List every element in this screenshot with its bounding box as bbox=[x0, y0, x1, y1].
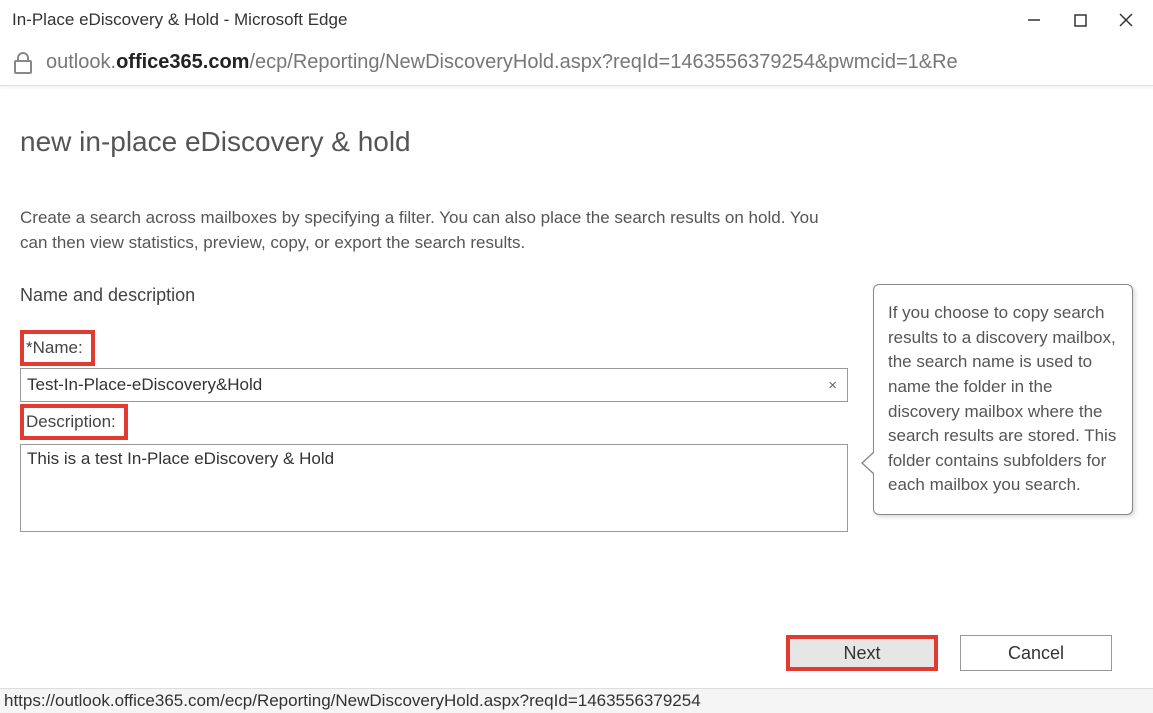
intro-text: Create a search across mailboxes by spec… bbox=[20, 206, 850, 255]
description-label: Description: bbox=[20, 404, 128, 440]
form-area: Create a search across mailboxes by spec… bbox=[20, 206, 850, 537]
address-domain: office365.com bbox=[116, 51, 249, 73]
lock-icon bbox=[10, 50, 36, 76]
address-subdomain: outlook. bbox=[46, 51, 116, 73]
callout-arrow-icon bbox=[861, 451, 874, 475]
minimize-button[interactable] bbox=[1011, 4, 1057, 36]
address-path: /ecp/Reporting/NewDiscoveryHold.aspx?req… bbox=[249, 51, 957, 73]
button-row: Next Cancel bbox=[786, 635, 1112, 671]
name-label: *Name: bbox=[20, 330, 95, 366]
name-input-wrap: × bbox=[20, 368, 848, 402]
maximize-button[interactable] bbox=[1057, 4, 1103, 36]
help-callout: If you choose to copy search results to … bbox=[873, 284, 1133, 515]
page-title: new in-place eDiscovery & hold bbox=[20, 126, 1133, 158]
description-label-wrap: Description: bbox=[20, 404, 850, 440]
window-controls bbox=[1011, 4, 1149, 36]
window-title-bar: In-Place eDiscovery & Hold - Microsoft E… bbox=[0, 0, 1153, 40]
window-title: In-Place eDiscovery & Hold - Microsoft E… bbox=[12, 10, 347, 30]
next-button[interactable]: Next bbox=[786, 635, 938, 671]
clear-input-icon[interactable]: × bbox=[824, 377, 841, 394]
description-input[interactable] bbox=[20, 444, 848, 532]
address-url: outlook.office365.com/ecp/Reporting/NewD… bbox=[46, 51, 958, 74]
section-heading: Name and description bbox=[20, 285, 850, 306]
cancel-button[interactable]: Cancel bbox=[960, 635, 1112, 671]
status-bar: https://outlook.office365.com/ecp/Report… bbox=[0, 688, 1153, 713]
name-input[interactable] bbox=[27, 375, 824, 395]
name-label-wrap: *Name: bbox=[20, 330, 850, 366]
close-button[interactable] bbox=[1103, 4, 1149, 36]
address-bar[interactable]: outlook.office365.com/ecp/Reporting/NewD… bbox=[0, 40, 1153, 86]
help-callout-text: If you choose to copy search results to … bbox=[888, 301, 1118, 498]
